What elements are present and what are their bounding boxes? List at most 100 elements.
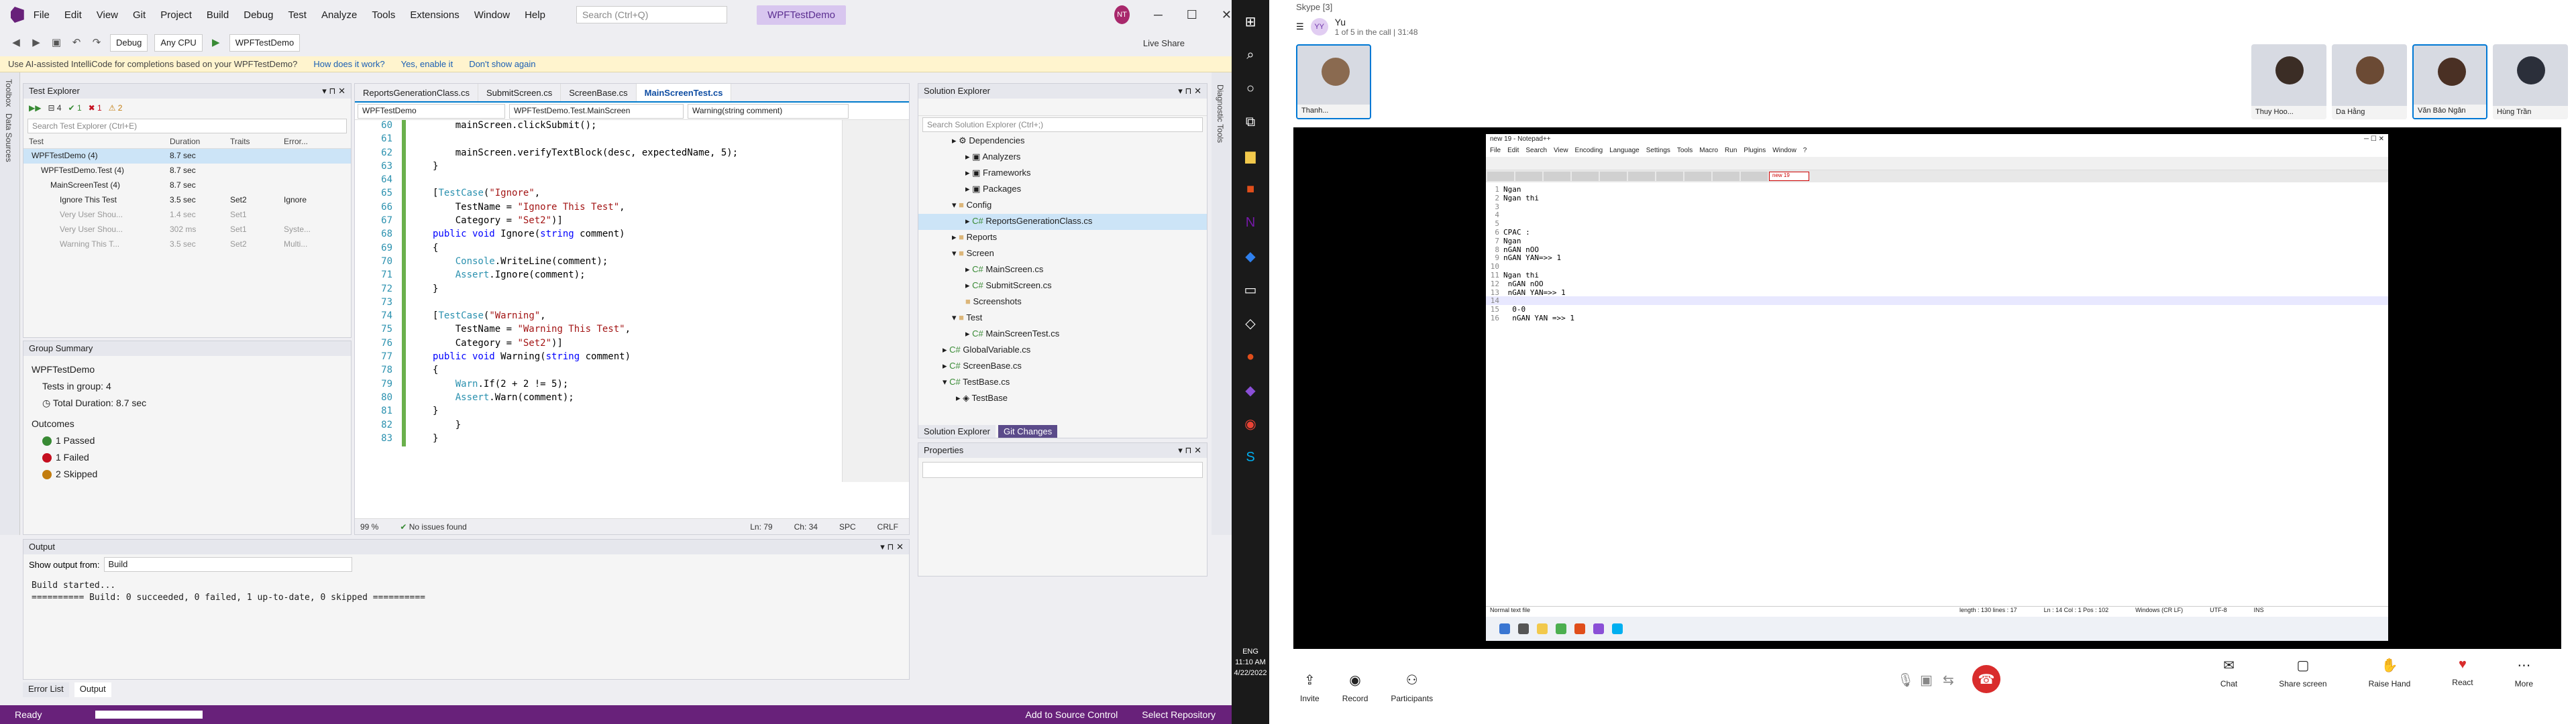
terminal-icon[interactable]: ▭: [1238, 278, 1263, 302]
passed-label[interactable]: 1 Passed: [56, 435, 95, 446]
properties-object-dropdown[interactable]: [922, 462, 1203, 478]
taskbar-lang[interactable]: ENG: [1232, 646, 1269, 657]
line-ending[interactable]: CRLF: [877, 522, 898, 532]
vscode-icon[interactable]: ◆: [1238, 244, 1263, 268]
share-icon[interactable]: ⇆: [1943, 672, 1954, 688]
np-tab[interactable]: [1600, 172, 1627, 181]
np-tab[interactable]: [1572, 172, 1599, 181]
undo-icon[interactable]: ↶: [70, 36, 83, 50]
info-link-enable[interactable]: Yes, enable it: [401, 59, 453, 69]
tree-item[interactable]: ▸ ⚙ Dependencies: [918, 133, 1207, 149]
tree-item[interactable]: ▾ ■ Test: [918, 310, 1207, 326]
run-icon[interactable]: ▶: [209, 36, 223, 50]
run-all-icon[interactable]: ▶▶: [29, 103, 41, 113]
onenote-icon[interactable]: N: [1238, 210, 1263, 235]
invite-button[interactable]: ⇪ Invite: [1300, 672, 1320, 703]
code-area[interactable]: 60 mainScreen.clickSubmit(); 61 62 mainS…: [355, 120, 909, 513]
close-icon[interactable]: ✕: [1222, 8, 1232, 22]
np-tab[interactable]: [1515, 172, 1542, 181]
menu-test[interactable]: Test: [288, 9, 307, 21]
passed-count-icon[interactable]: ✔ 1: [68, 103, 82, 113]
np-menu-item[interactable]: Language: [1609, 147, 1640, 156]
np-menu-item[interactable]: Run: [1725, 147, 1737, 156]
platform-dropdown[interactable]: Any CPU: [154, 34, 203, 52]
np-menu-item[interactable]: Settings: [1646, 147, 1670, 156]
share-screen-button[interactable]: ▢ Share screen: [2279, 657, 2326, 688]
tree-item[interactable]: ▸ ▣ Packages: [918, 182, 1207, 198]
pin-icon[interactable]: ▾ ⊓ ✕: [322, 86, 345, 97]
avatar[interactable]: NT: [1114, 5, 1130, 24]
tree-item[interactable]: ▸ C# MainScreenTest.cs: [918, 326, 1207, 343]
react-button[interactable]: ♥ React: [2452, 657, 2473, 688]
menu-help[interactable]: Help: [525, 9, 545, 21]
notepad-text[interactable]: 1 Ngan 2 Ngan thi 3 4 5 6 CPAC : 7 Ngan 8 nGA…: [1486, 182, 2388, 322]
np-menu-item[interactable]: Plugins: [1743, 147, 1766, 156]
code-minimap[interactable]: [842, 120, 909, 482]
more-button[interactable]: ⋯ More: [2515, 657, 2533, 688]
table-row[interactable]: WPFTestDemo.Test (4) 8.7 sec: [23, 164, 351, 178]
issues-label[interactable]: No issues found: [409, 522, 467, 532]
hamburger-icon[interactable]: ☰: [1296, 21, 1304, 32]
tree-item[interactable]: ▸ C# MainScreen.cs: [918, 262, 1207, 278]
failed-label[interactable]: 1 Failed: [56, 452, 89, 463]
live-share-button[interactable]: Live Share: [1143, 38, 1185, 48]
visual-studio-icon[interactable]: ◆: [1238, 378, 1263, 402]
test-search-input[interactable]: Search Test Explorer (Ctrl+E): [28, 119, 347, 133]
tree-item[interactable]: ■ Screenshots: [918, 294, 1207, 310]
skipped-label[interactable]: 2 Skipped: [56, 469, 97, 479]
tree-item[interactable]: ▾ C# TestBase.cs: [918, 375, 1207, 391]
tree-item[interactable]: ▸ ▣ Frameworks: [918, 166, 1207, 182]
menu-analyze[interactable]: Analyze: [321, 9, 357, 21]
np-tab[interactable]: [1656, 172, 1683, 181]
np-menu-item[interactable]: Encoding: [1575, 147, 1603, 156]
np-tab[interactable]: [1628, 172, 1655, 181]
np-menu-item[interactable]: Window: [1772, 147, 1796, 156]
menu-build[interactable]: Build: [207, 9, 229, 21]
back-icon[interactable]: ◀: [9, 36, 23, 50]
np-menu-item[interactable]: Search: [1525, 147, 1547, 156]
info-link-how[interactable]: How does it work?: [313, 59, 384, 69]
chat-button[interactable]: ✉ Chat: [2220, 657, 2237, 688]
col-test[interactable]: Test: [29, 137, 170, 146]
menu-git[interactable]: Git: [133, 9, 146, 21]
select-repository[interactable]: Select Repository: [1142, 709, 1216, 720]
toolbox-tab[interactable]: Toolbox: [4, 79, 13, 107]
failed-count-icon[interactable]: ✖ 1: [89, 103, 102, 113]
menu-tools[interactable]: Tools: [372, 9, 395, 21]
menu-file[interactable]: File: [34, 9, 50, 21]
config-dropdown[interactable]: Debug: [110, 34, 148, 52]
save-icon[interactable]: ▣: [50, 36, 63, 50]
info-link-dismiss[interactable]: Don't show again: [469, 59, 535, 69]
pin-icon[interactable]: ▾ ⊓ ✕: [1178, 86, 1201, 97]
forward-icon[interactable]: ▶: [30, 36, 43, 50]
tab-output[interactable]: Output: [74, 682, 111, 697]
output-source-dropdown[interactable]: Build: [103, 557, 352, 572]
data-sources-tab[interactable]: Data Sources: [4, 113, 13, 162]
pin-icon[interactable]: ▾ ⊓ ✕: [1178, 445, 1201, 456]
np-tab[interactable]: [1713, 172, 1739, 181]
app-icon[interactable]: ●: [1238, 345, 1263, 369]
tab-error-list[interactable]: Error List: [23, 682, 69, 697]
np-menu-item[interactable]: Edit: [1507, 147, 1519, 156]
tree-item[interactable]: ▸ C# ScreenBase.cs: [918, 359, 1207, 375]
skipped-count-icon[interactable]: ⚠ 2: [109, 103, 123, 113]
participant-tile[interactable]: Văn Bảo Ngân: [2412, 44, 2487, 119]
table-row[interactable]: Warning This T... 3.5 sec Set2 Multi...: [23, 237, 351, 252]
indent-mode[interactable]: SPC: [839, 522, 856, 532]
tab-reports-generation[interactable]: ReportsGenerationClass.cs: [355, 84, 478, 101]
np-tab[interactable]: [1741, 172, 1768, 181]
col-traits[interactable]: Traits: [230, 137, 284, 146]
project-dropdown[interactable]: WPFTestDemo: [358, 104, 505, 119]
menu-extensions[interactable]: Extensions: [410, 9, 459, 21]
tree-item[interactable]: ▸ ■ Reports: [918, 230, 1207, 246]
tree-item[interactable]: ▸ ◈ TestBase: [918, 391, 1207, 407]
menu-project[interactable]: Project: [160, 9, 192, 21]
vs-search-input[interactable]: Search (Ctrl+Q): [576, 6, 728, 23]
menu-view[interactable]: View: [97, 9, 118, 21]
table-row[interactable]: MainScreenTest (4) 8.7 sec: [23, 178, 351, 193]
taskbar-clock[interactable]: ENG 11:10 AM 4/22/2022: [1232, 646, 1269, 678]
minimize-icon[interactable]: ─: [1154, 8, 1163, 22]
table-row[interactable]: Very User Shou... 302 ms Set1 Syste...: [23, 223, 351, 237]
participant-tile[interactable]: Hùng Trần: [2493, 44, 2568, 119]
col-error[interactable]: Error...: [284, 137, 344, 146]
